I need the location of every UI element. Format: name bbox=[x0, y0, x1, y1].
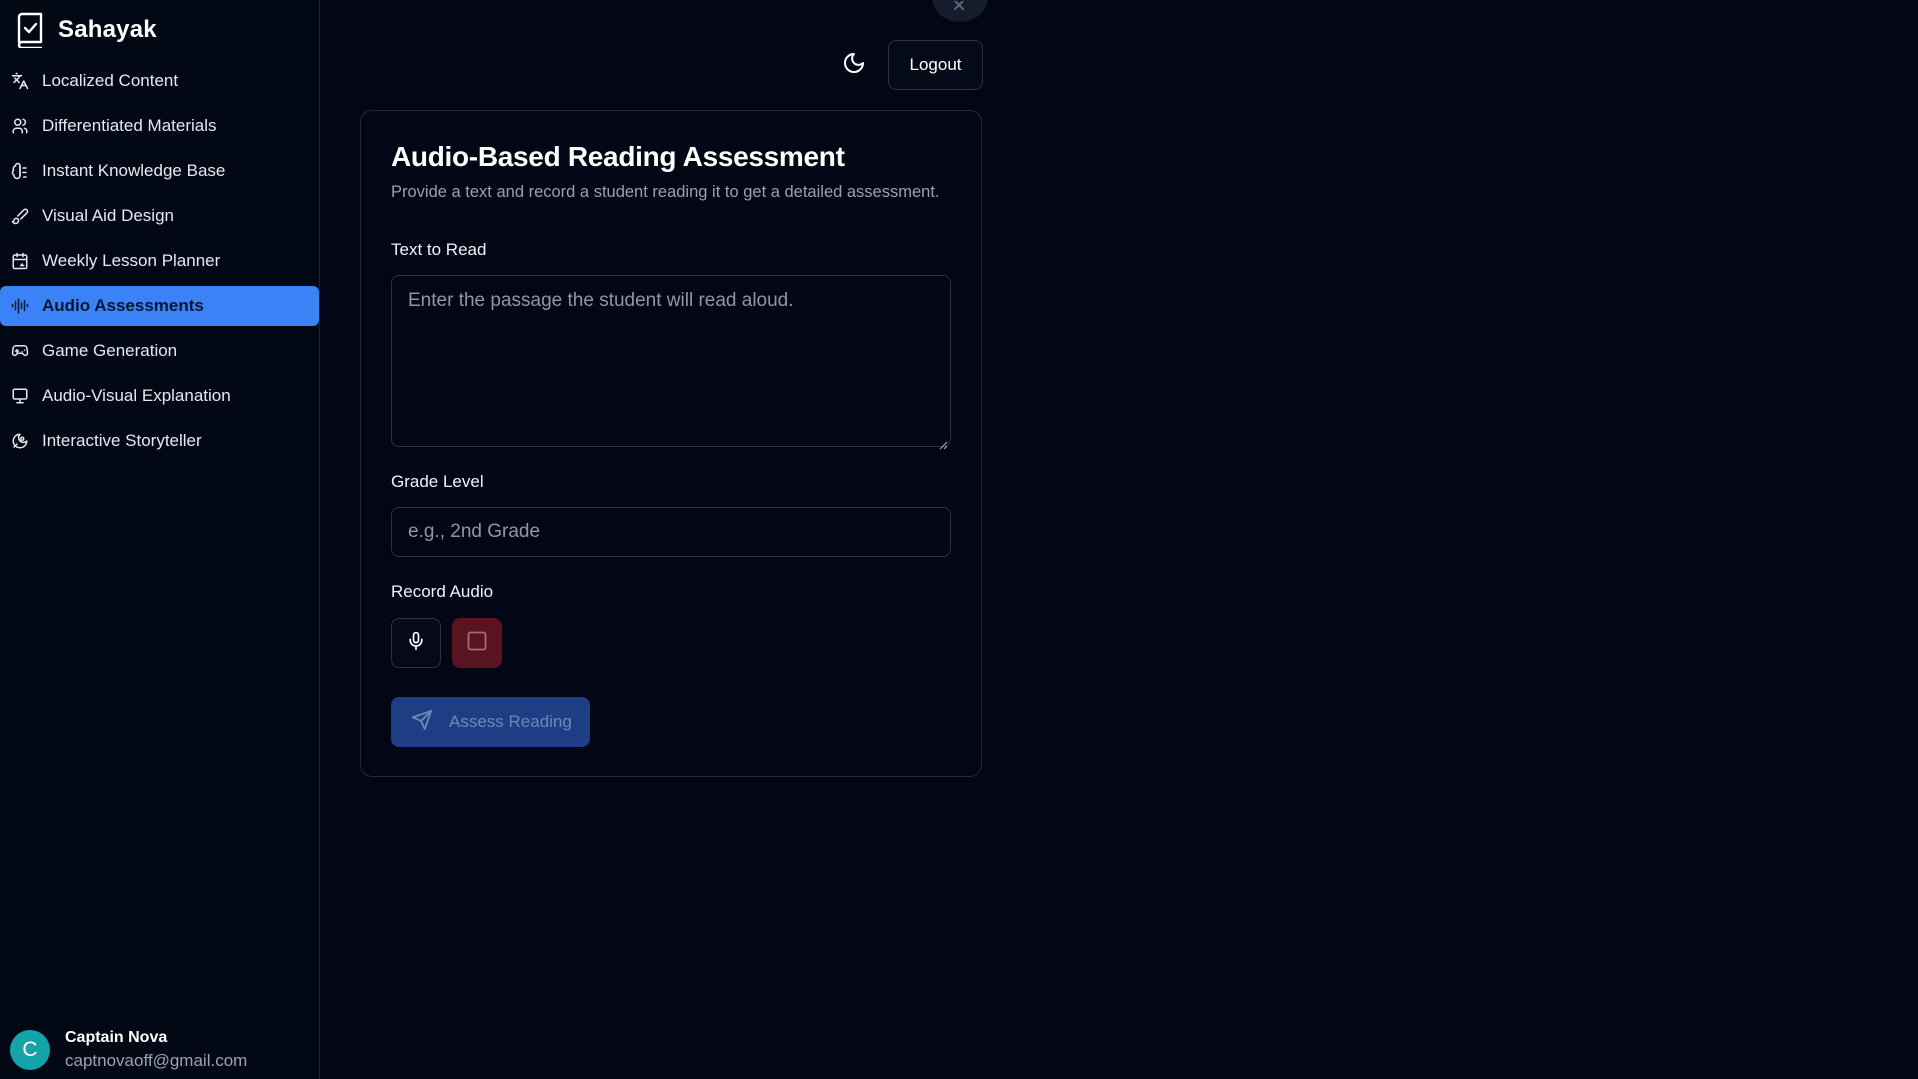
languages-icon bbox=[10, 71, 30, 91]
textarea-placeholder: Enter the passage the student will read … bbox=[408, 290, 794, 311]
sidebar-item-label: Localized Content bbox=[42, 71, 179, 90]
sidebar-item-label: Audio-Visual Explanation bbox=[42, 386, 231, 405]
stop-recording-button[interactable] bbox=[452, 618, 502, 668]
app-root: Sahayak Localized Content Differentiated… bbox=[0, 0, 1918, 1079]
close-icon bbox=[953, 0, 967, 16]
brush-icon bbox=[10, 206, 30, 226]
sidebar-item-label: Differentiated Materials bbox=[42, 116, 217, 135]
page-title: Audio-Based Reading Assessment bbox=[391, 141, 845, 172]
assess-reading-button[interactable]: Assess Reading bbox=[391, 697, 590, 747]
text-to-read-label: Text to Read bbox=[391, 240, 487, 259]
user-profile[interactable]: C Captain Nova captnovaoff@gmail.com bbox=[10, 1029, 247, 1071]
record-audio-label: Record Audio bbox=[391, 582, 494, 601]
user-name: Captain Nova bbox=[65, 1029, 168, 1046]
stop-square-icon bbox=[467, 631, 487, 656]
sidebar-item-visual-aid-design[interactable]: Visual Aid Design bbox=[0, 196, 320, 236]
text-to-read-textarea[interactable]: Enter the passage the student will read … bbox=[391, 275, 951, 450]
logout-button[interactable]: Logout bbox=[888, 40, 983, 90]
sidebar-item-label: Weekly Lesson Planner bbox=[42, 251, 221, 270]
user-email: captnovaoff@gmail.com bbox=[65, 1051, 248, 1070]
grade-level-input[interactable]: e.g., 2nd Grade bbox=[391, 507, 951, 557]
assess-reading-label: Assess Reading bbox=[449, 712, 572, 731]
brand[interactable]: Sahayak bbox=[14, 10, 157, 50]
send-icon bbox=[411, 709, 433, 736]
sidebar-item-localized-content[interactable]: Localized Content bbox=[0, 61, 320, 101]
resize-handle-icon[interactable] bbox=[938, 434, 948, 450]
sidebar-item-interactive-storyteller[interactable]: Interactive Storyteller bbox=[0, 421, 320, 461]
sidebar: Sahayak Localized Content Differentiated… bbox=[0, 0, 320, 1079]
sparkles-icon bbox=[10, 431, 30, 451]
brain-icon bbox=[10, 161, 30, 181]
gamepad-icon bbox=[10, 341, 30, 361]
user-info: Captain Nova captnovaoff@gmail.com bbox=[65, 1029, 247, 1071]
book-check-icon bbox=[14, 11, 46, 49]
input-placeholder: e.g., 2nd Grade bbox=[408, 521, 541, 542]
presentation-icon bbox=[10, 386, 30, 406]
theme-toggle-button[interactable] bbox=[834, 45, 874, 85]
grade-level-label: Grade Level bbox=[391, 472, 484, 491]
sidebar-item-game-generation[interactable]: Game Generation bbox=[0, 331, 320, 371]
sidebar-item-label: Audio Assessments bbox=[42, 296, 204, 315]
assessment-card: Audio-Based Reading Assessment Provide a… bbox=[360, 110, 982, 777]
moon-icon bbox=[842, 51, 866, 80]
sidebar-item-differentiated-materials[interactable]: Differentiated Materials bbox=[0, 106, 320, 146]
record-button[interactable] bbox=[391, 618, 441, 668]
sidebar-item-label: Instant Knowledge Base bbox=[42, 161, 226, 180]
sidebar-item-audio-assessments[interactable]: Audio Assessments bbox=[0, 286, 319, 326]
sidebar-nav: Localized Content Differentiated Materia… bbox=[0, 61, 320, 466]
sidebar-item-audio-visual-explanation[interactable]: Audio-Visual Explanation bbox=[0, 376, 320, 416]
brand-name: Sahayak bbox=[58, 16, 157, 43]
close-button[interactable] bbox=[932, 0, 988, 22]
audio-lines-icon bbox=[10, 296, 30, 316]
microphone-icon bbox=[406, 630, 426, 657]
calendar-icon bbox=[10, 251, 30, 271]
sidebar-item-weekly-lesson-planner[interactable]: Weekly Lesson Planner bbox=[0, 241, 320, 281]
page-description: Provide a text and record a student read… bbox=[391, 183, 940, 201]
users-icon bbox=[10, 116, 30, 136]
sidebar-item-label: Game Generation bbox=[42, 341, 178, 360]
sidebar-item-label: Visual Aid Design bbox=[42, 206, 174, 225]
sidebar-item-label: Interactive Storyteller bbox=[42, 431, 202, 450]
avatar: C bbox=[10, 1030, 50, 1070]
sidebar-item-instant-knowledge-base[interactable]: Instant Knowledge Base bbox=[0, 151, 320, 191]
